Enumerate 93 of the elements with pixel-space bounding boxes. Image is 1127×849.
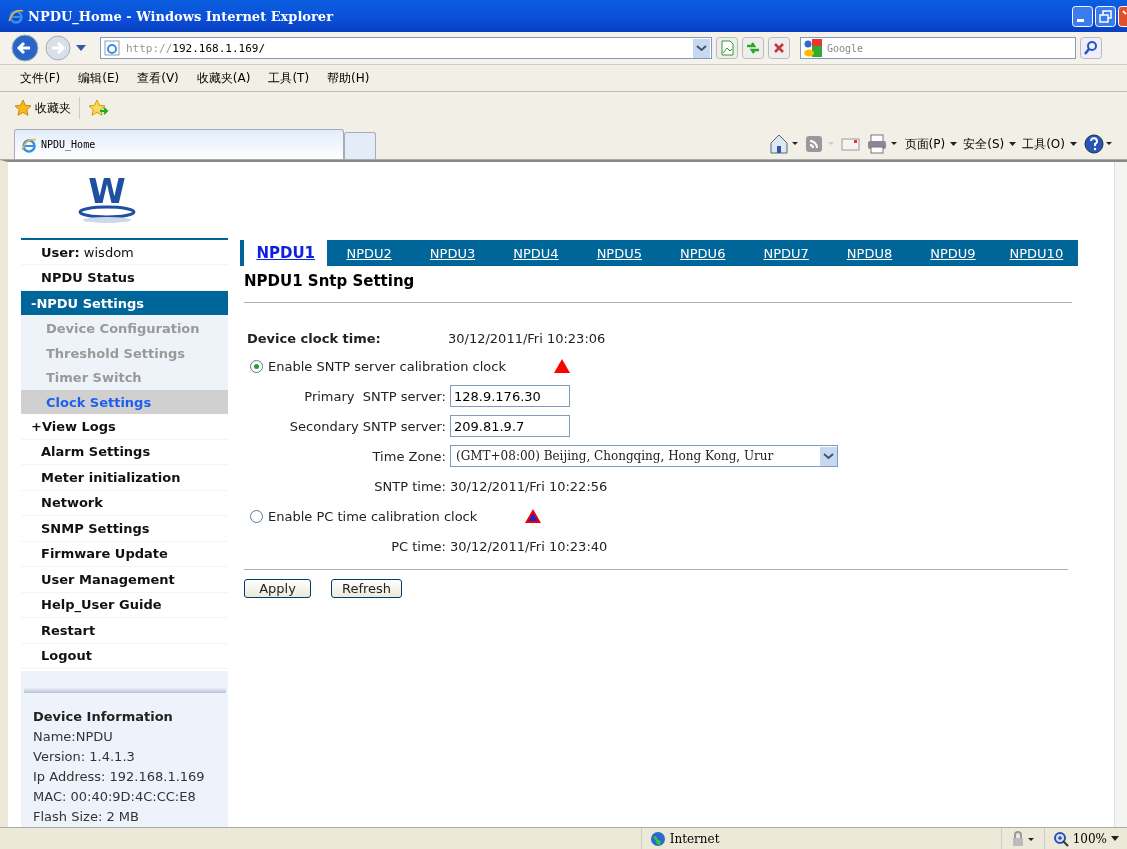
compatibility-view-icon[interactable] — [716, 37, 738, 59]
warning-triangle-icon — [553, 358, 570, 374]
menu-item[interactable]: Firmware Update — [21, 541, 228, 568]
caret-icon — [950, 142, 958, 146]
menu-item[interactable]: 工具(T) — [268, 69, 310, 87]
menu-item[interactable]: Restart — [21, 618, 228, 644]
menu-item[interactable]: 查看(V) — [137, 69, 179, 87]
menu-item[interactable]: SNMP Settings — [21, 516, 228, 542]
command-menu[interactable]: 安全(S) — [963, 135, 1017, 153]
tab[interactable]: NPDU10 — [994, 240, 1079, 266]
menu-item[interactable]: -NPDU Settings — [21, 290, 228, 317]
rss-feed-icon[interactable] — [804, 133, 835, 155]
menu-item[interactable]: 收藏夹(A) — [196, 69, 251, 87]
info-line: Version: 1.4.1.3 — [33, 747, 136, 766]
search-button[interactable] — [1080, 37, 1102, 59]
time-value: 30/12/2011/Fri 10:22:56 — [450, 478, 608, 494]
refresh-icon[interactable] — [742, 37, 764, 59]
ie-logo-icon — [21, 136, 37, 153]
tab[interactable]: NPDU3 — [410, 240, 495, 266]
user-name: User: wisdom — [41, 244, 134, 260]
warning-triangle-icon — [525, 508, 542, 524]
clock-value: 30/12/2011/Fri 10:23:06 — [448, 330, 606, 346]
tab[interactable]: NPDU6 — [661, 240, 745, 266]
home-icon[interactable] — [768, 133, 799, 155]
print-icon[interactable] — [866, 133, 899, 155]
field-label: Secondary SNTP server: — [288, 418, 447, 434]
menu-item[interactable]: Network — [21, 490, 228, 517]
address-text: http://192.168.1.169/ — [126, 41, 267, 55]
tab[interactable]: NPDU9 — [911, 240, 995, 266]
menu-item[interactable]: Meter initialization — [21, 465, 228, 491]
text-field[interactable]: 209.81.9.7 — [450, 415, 570, 437]
caret-icon[interactable] — [76, 45, 86, 51]
action-button[interactable]: Refresh — [331, 579, 403, 598]
address-field[interactable]: http://192.168.1.169/ — [100, 37, 712, 59]
menu-item[interactable]: Logout — [21, 643, 228, 669]
tab[interactable]: NPDU5 — [577, 240, 662, 266]
star-icon — [14, 99, 32, 117]
browser-tab[interactable]: NPDU_Home — [14, 129, 344, 159]
field-label: Time Zone: — [371, 448, 447, 464]
menu-item[interactable]: 编辑(E) — [78, 69, 120, 87]
logo-drawing: W — [77, 175, 137, 225]
info-line: MAC: 00:40:9D:4C:CC:E8 — [33, 787, 197, 806]
globe-icon — [649, 830, 666, 847]
minimize-button[interactable] — [1072, 5, 1093, 27]
menu-item[interactable]: +View Logs — [21, 414, 228, 440]
add-favorite-icon[interactable] — [88, 99, 110, 117]
help-icon[interactable] — [1083, 133, 1113, 155]
page-heading: NPDU1 Sntp Setting — [243, 271, 416, 292]
radio-button[interactable] — [250, 359, 263, 373]
field-label: SNTP time: — [373, 478, 447, 494]
back-button[interactable] — [10, 33, 40, 63]
status-zone: Internet — [669, 831, 720, 846]
menu-item[interactable]: Alarm Settings — [21, 439, 228, 466]
ie-logo-icon — [8, 8, 24, 24]
tab[interactable]: NPDU1 — [244, 240, 328, 266]
menu-item[interactable]: Help_User Guide — [21, 592, 228, 619]
command-menu[interactable]: 页面(P) — [904, 135, 958, 153]
panel-title: Device Information — [33, 707, 174, 726]
field-label: Device clock time: — [246, 330, 382, 346]
close-button[interactable] — [1118, 5, 1127, 27]
caret-icon — [1111, 836, 1119, 841]
menu-item[interactable]: NPDU Status — [21, 265, 228, 291]
menu-item[interactable]: 帮助(H) — [327, 69, 370, 87]
command-menu[interactable]: 工具(O) — [1022, 135, 1077, 153]
zoom-control[interactable]: 100% — [1043, 828, 1127, 849]
zoom-icon — [1052, 830, 1069, 847]
time-zone-select[interactable]: (GMT+08:00) Beijing, Chongqing, Hong Kong, Urur — [450, 445, 838, 467]
info-line: Name:NPDU — [33, 727, 114, 746]
caret-icon — [1009, 142, 1017, 146]
tab[interactable]: NPDU7 — [744, 240, 828, 266]
search-field[interactable]: Google — [800, 37, 1076, 59]
radio-button[interactable] — [250, 509, 263, 523]
page-icon — [104, 40, 120, 56]
favorites-button[interactable]: 收藏夹 — [14, 99, 71, 117]
menu-item[interactable]: User Management — [21, 567, 228, 593]
info-line: Ip Address: 192.168.1.169 — [33, 767, 206, 786]
field-label: PC time: — [390, 538, 447, 554]
action-button[interactable]: Apply — [244, 579, 311, 598]
tab[interactable]: NPDU8 — [827, 240, 912, 266]
text-field[interactable]: 128.9.176.30 — [450, 385, 570, 407]
time-value: 30/12/2011/Fri 10:23:40 — [450, 538, 608, 554]
field-label: Primary SNTP server: — [303, 388, 447, 404]
window-title: NPDU_Home - Windows Internet Explorer — [28, 8, 333, 24]
stop-icon[interactable] — [768, 37, 790, 59]
menu-item[interactable]: 文件(F) — [20, 69, 61, 87]
dropdown-button[interactable] — [693, 38, 710, 58]
info-line: Flash Size: 2 MB — [33, 807, 140, 826]
restore-button[interactable] — [1095, 5, 1116, 27]
tab[interactable]: NPDU4 — [494, 240, 578, 266]
caret-icon — [1070, 142, 1077, 146]
tab[interactable]: NPDU2 — [327, 240, 411, 266]
radio-label: Enable PC time calibration clock — [268, 508, 478, 524]
radio-label: Enable SNTP server calibration clock — [268, 358, 506, 374]
